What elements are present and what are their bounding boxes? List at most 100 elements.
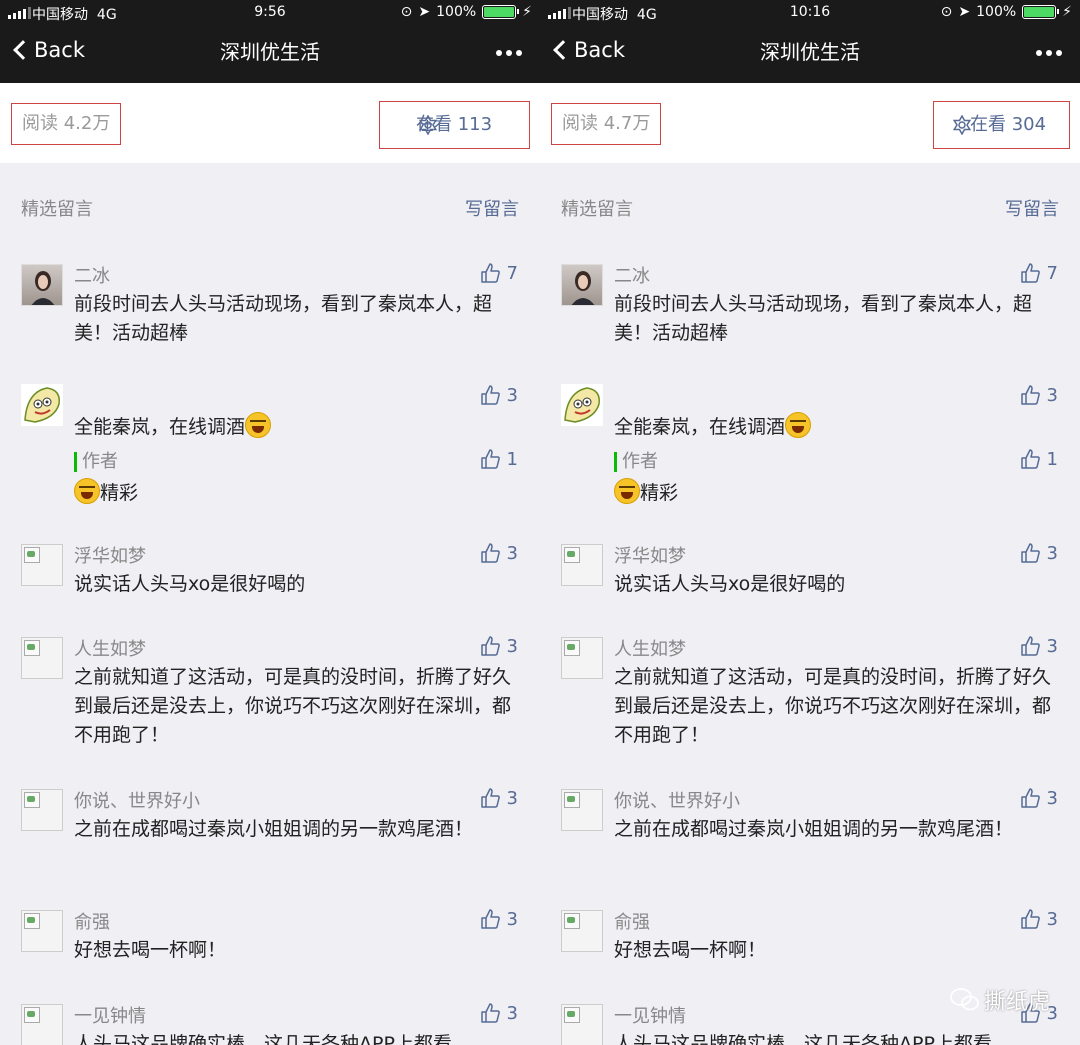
like-count: 3 (1046, 787, 1058, 809)
nav-bar: Back 深圳优生活 (0, 28, 540, 83)
comment-text: 前段时间去人头马活动现场，看到了秦岚本人，超美！活动超棒 (614, 293, 1033, 344)
like-button[interactable]: 3 (1019, 542, 1058, 564)
battery-percent: 100% (436, 4, 477, 20)
like-button[interactable]: 7 (479, 262, 518, 284)
orientation-lock-icon: ⊙ (400, 4, 413, 20)
location-icon: ➤ (958, 4, 971, 20)
commenter-name: 浮华如梦 (614, 546, 686, 567)
reply-like-button[interactable]: 1 (1019, 448, 1058, 470)
like-count: 3 (1046, 384, 1058, 406)
thumbs-up-icon (1020, 636, 1040, 656)
thumbs-up-icon (480, 636, 500, 656)
thumbs-up-icon (1020, 543, 1040, 563)
like-count: 3 (1046, 635, 1058, 657)
stats-bar: 阅读 4.2万 在看 113 (0, 83, 540, 163)
more-button[interactable] (496, 50, 522, 56)
comment-text: 前段时间去人头马活动现场，看到了秦岚本人，超美！活动超棒 (74, 293, 493, 344)
avatar (561, 544, 603, 586)
avatar (561, 789, 603, 831)
status-bar: 中国移动 4G 9:56 ⊙ ➤ 100% ⚡ (0, 0, 540, 28)
write-comment-link[interactable]: 写留言 (465, 195, 519, 221)
location-icon: ➤ (418, 4, 431, 20)
commenter-name: 二冰 (614, 266, 650, 287)
watching-count: 304 (1011, 114, 1047, 135)
thumbs-up-icon (480, 449, 500, 469)
comment-text: 好想去喝一杯啊！ (614, 939, 767, 961)
comment-text: 全能秦岚，在线调酒 (614, 412, 1054, 442)
like-count: 7 (506, 262, 518, 284)
commenter-name: 一见钟情 (74, 1006, 146, 1027)
commenter-name: 人生如梦 (614, 639, 686, 660)
avatar (561, 384, 603, 426)
like-count: 7 (1046, 262, 1058, 284)
battery-percent: 100% (976, 4, 1017, 20)
charging-icon: ⚡ (522, 4, 532, 20)
thumbs-up-icon (480, 909, 500, 929)
laughing-emoji-icon (74, 478, 100, 504)
page-title: 深圳优生活 (760, 40, 860, 64)
page-title: 深圳优生活 (220, 40, 320, 64)
wechat-icon (950, 988, 979, 1011)
thumbs-up-icon (480, 385, 500, 405)
thumbs-up-icon (1020, 385, 1040, 405)
like-button[interactable]: 3 (1019, 908, 1058, 930)
avatar (21, 264, 63, 306)
commenter-name: 你说、世界好小 (614, 791, 740, 812)
like-count: 3 (506, 635, 518, 657)
laughing-emoji-icon (785, 412, 812, 438)
flower-icon (418, 115, 438, 135)
avatar (21, 789, 63, 831)
stats-bar: 阅读 4.7万 在看 304 (540, 83, 1080, 163)
author-reply-label: 作者 (74, 452, 118, 472)
watermark-text: 撕纸虎 (983, 990, 1050, 1015)
flower-icon (952, 115, 972, 135)
laughing-emoji-icon (245, 412, 272, 438)
thumbs-up-icon (480, 1003, 500, 1023)
avatar (21, 544, 63, 586)
comment-text: 好想去喝一杯啊！ (74, 939, 227, 961)
like-button[interactable]: 3 (1019, 635, 1058, 657)
comment-text: 全能秦岚，在线调酒 (74, 412, 514, 442)
more-button[interactable] (1036, 50, 1062, 56)
comment-text: 之前就知道了这活动，可是真的没时间，折腾了好久到最后还是没去上，你说巧不巧这次刚… (74, 666, 512, 746)
screenshot-before: 中国移动 4G 9:56 ⊙ ➤ 100% ⚡ Back 深圳优生活 阅读 4.… (0, 0, 540, 1045)
watching-button[interactable]: 在看 113 (379, 101, 530, 149)
featured-comments-label: 精选留言 (561, 199, 633, 220)
like-button[interactable]: 7 (1019, 262, 1058, 284)
reply-text: 精彩 (614, 478, 1054, 508)
reply-text: 精彩 (74, 478, 514, 508)
like-button[interactable]: 3 (1019, 384, 1058, 406)
avatar (21, 910, 63, 952)
like-count: 3 (506, 1002, 518, 1024)
comment-text: 说实话人头马xo是很好喝的 (74, 573, 306, 595)
like-button[interactable]: 3 (479, 635, 518, 657)
like-button[interactable]: 3 (1019, 787, 1058, 809)
like-count: 3 (1046, 542, 1058, 564)
commenter-name: 你说、世界好小 (74, 791, 200, 812)
avatar (561, 910, 603, 952)
featured-comments-label: 精选留言 (21, 199, 93, 220)
charging-icon: ⚡ (1062, 4, 1072, 20)
avatar (21, 384, 63, 426)
like-button[interactable]: 3 (479, 1002, 518, 1024)
write-comment-link[interactable]: 写留言 (1005, 195, 1059, 221)
nav-bar: Back 深圳优生活 (540, 28, 1080, 83)
like-button[interactable]: 3 (479, 384, 518, 406)
laughing-emoji-icon (614, 478, 640, 504)
thumbs-up-icon (480, 263, 500, 283)
read-count: 阅读 4.7万 (551, 103, 662, 145)
like-button[interactable]: 3 (479, 908, 518, 930)
like-button[interactable]: 3 (479, 787, 518, 809)
thumbs-up-icon (1020, 449, 1040, 469)
like-count: 3 (506, 787, 518, 809)
comment-text: 之前就知道了这活动，可是真的没时间，折腾了好久到最后还是没去上，你说巧不巧这次刚… (614, 666, 1052, 746)
reply-like-button[interactable]: 1 (479, 448, 518, 470)
watching-count: 113 (457, 114, 493, 135)
watermark: 撕纸虎 (950, 984, 1050, 1016)
battery-icon (1022, 5, 1060, 19)
thumbs-up-icon (1020, 788, 1040, 808)
avatar (561, 264, 603, 306)
commenter-name: 俞强 (74, 912, 110, 933)
watching-button[interactable]: 在看 304 (933, 101, 1070, 149)
like-button[interactable]: 3 (479, 542, 518, 564)
